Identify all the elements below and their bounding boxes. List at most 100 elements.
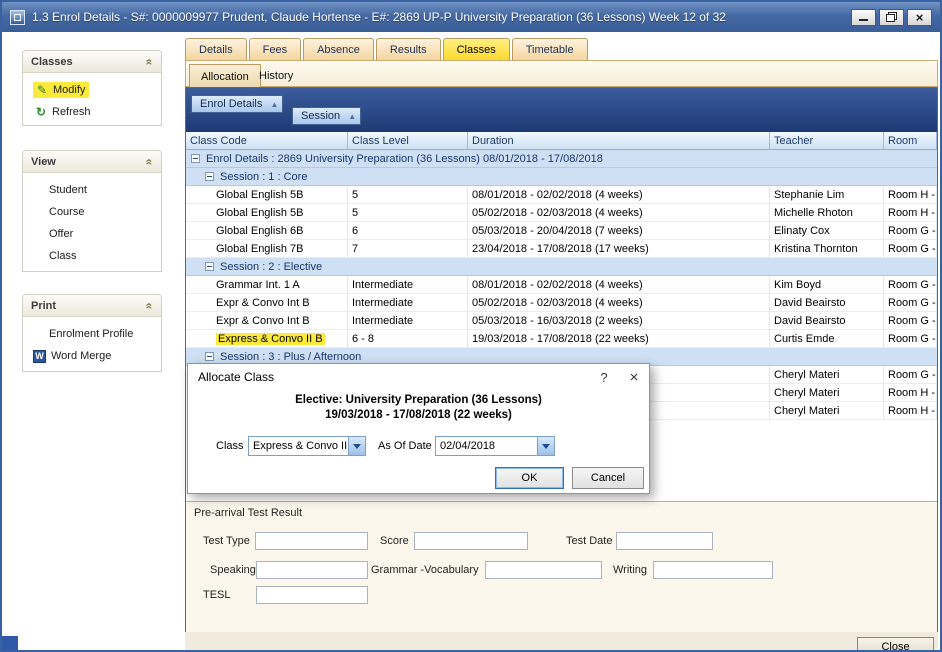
class-row[interactable]: Expr & Convo Int BIntermediate05/02/2018…: [186, 294, 937, 312]
as-of-date-combobox[interactable]: 02/04/2018: [435, 436, 555, 456]
group-row[interactable]: Enrol Details : 2869 University Preparat…: [186, 150, 937, 168]
collapse-chevron-icon[interactable]: «: [143, 302, 157, 309]
print-task-panel: Print « Enrolment Profile W Word Merge: [22, 294, 162, 372]
sidebar-item-enrolment-profile[interactable]: Enrolment Profile: [23, 323, 161, 345]
sidebar-item-student[interactable]: Student: [23, 179, 161, 201]
group-row-label: Session : 2 : Elective: [220, 261, 322, 273]
class-row[interactable]: Express & Convo II B6 - 819/03/2018 - 17…: [186, 330, 937, 348]
tab-details[interactable]: Details: [185, 38, 247, 60]
print-panel-title: Print: [31, 300, 56, 312]
sidebar-item-class[interactable]: Class: [23, 245, 161, 267]
tab-timetable-label: Timetable: [526, 44, 574, 56]
cell-duration: 05/03/2018 - 16/03/2018 (2 weeks): [468, 312, 770, 330]
dialog-heading-line2: 19/03/2018 - 17/08/2018 (22 weeks): [188, 409, 649, 421]
sidebar-item-word-merge[interactable]: W Word Merge: [23, 345, 161, 367]
group-by-enrol-details-label: Enrol Details: [200, 98, 262, 110]
column-header-class-code[interactable]: Class Code: [186, 132, 348, 149]
class-combobox[interactable]: Express & Convo II B: [248, 436, 366, 456]
print-panel-header[interactable]: Print «: [23, 295, 161, 317]
group-row[interactable]: Session : 2 : Elective: [186, 258, 937, 276]
tab-timetable[interactable]: Timetable: [512, 38, 588, 60]
group-by-bar: Enrol Details ▲ Session ▲: [186, 88, 937, 132]
cell-class-code: Global English 5B: [186, 186, 348, 204]
allocation-content-panel: Enrol Details ▲ Session ▲ Class Code Cla…: [185, 87, 938, 632]
collapse-chevron-icon[interactable]: «: [143, 158, 157, 165]
class-row[interactable]: Global English 5B508/01/2018 - 02/02/201…: [186, 186, 937, 204]
test-type-input[interactable]: [255, 532, 368, 550]
restore-icon: [886, 12, 897, 22]
cell-duration: 08/01/2018 - 02/02/2018 (4 weeks): [468, 276, 770, 294]
sidebar-item-modify[interactable]: ✎ Modify: [23, 79, 161, 101]
cell-teacher: Curtis Emde: [770, 330, 884, 348]
dialog-titlebar: Allocate Class ? ×: [188, 364, 649, 390]
class-row[interactable]: Global English 5B505/02/2018 - 02/03/201…: [186, 204, 937, 222]
collapse-chevron-icon[interactable]: «: [143, 58, 157, 65]
grammar-vocabulary-label: Grammar -Vocabulary: [371, 564, 479, 576]
writing-input[interactable]: [653, 561, 773, 579]
view-panel-header[interactable]: View «: [23, 151, 161, 173]
chevron-down-icon: [353, 444, 361, 449]
cell-duration: 05/02/2018 - 02/03/2018 (4 weeks): [468, 204, 770, 222]
tesl-label: TESL: [203, 589, 231, 601]
sidebar-item-offer[interactable]: Offer: [23, 223, 161, 245]
column-header-duration[interactable]: Duration: [468, 132, 770, 149]
cell-duration: 08/01/2018 - 02/02/2018 (4 weeks): [468, 186, 770, 204]
class-row[interactable]: Global English 6B605/03/2018 - 20/04/201…: [186, 222, 937, 240]
group-by-session-button[interactable]: Session ▲: [292, 107, 361, 125]
enrolment-profile-label: Enrolment Profile: [49, 328, 133, 340]
class-row[interactable]: Grammar Int. 1 AIntermediate08/01/2018 -…: [186, 276, 937, 294]
test-date-input[interactable]: [616, 532, 713, 550]
print-panel-items: Enrolment Profile W Word Merge: [23, 317, 161, 371]
ok-button[interactable]: OK: [495, 467, 564, 489]
tab-fees[interactable]: Fees: [249, 38, 301, 60]
grammar-vocabulary-input[interactable]: [485, 561, 602, 579]
cancel-button[interactable]: Cancel: [572, 467, 644, 489]
dialog-close-button[interactable]: ×: [619, 366, 649, 388]
cell-teacher: Stephanie Lim: [770, 186, 884, 204]
speaking-input[interactable]: [256, 561, 368, 579]
column-header-class-level[interactable]: Class Level: [348, 132, 468, 149]
offer-label: Offer: [49, 228, 73, 240]
sidebar-item-course[interactable]: Course: [23, 201, 161, 223]
test-date-label: Test Date: [566, 535, 612, 547]
test-type-label: Test Type: [203, 535, 250, 547]
restore-button[interactable]: [879, 9, 904, 26]
collapse-expander-icon[interactable]: [205, 172, 214, 181]
cell-teacher: David Beairsto: [770, 312, 884, 330]
class-row[interactable]: Expr & Convo Int BIntermediate05/03/2018…: [186, 312, 937, 330]
close-window-button[interactable]: ×: [907, 9, 932, 26]
tab-classes[interactable]: Classes: [443, 38, 510, 60]
collapse-expander-icon[interactable]: [191, 154, 200, 163]
tab-absence[interactable]: Absence: [303, 38, 374, 60]
as-of-date-field-label: As Of Date: [378, 440, 432, 452]
cell-duration: 05/02/2018 - 02/03/2018 (4 weeks): [468, 294, 770, 312]
dropdown-arrow-icon[interactable]: [537, 437, 554, 455]
group-row[interactable]: Session : 1 : Core: [186, 168, 937, 186]
sort-asc-icon: ▲: [348, 112, 356, 121]
group-row-label: Session : 3 : Plus / Afternoon: [220, 351, 361, 363]
dropdown-arrow-icon[interactable]: [348, 437, 365, 455]
score-input[interactable]: [414, 532, 528, 550]
cell-teacher: Michelle Rhoton: [770, 204, 884, 222]
footer-bar: Close: [185, 632, 938, 652]
class-row[interactable]: Global English 7B723/04/2018 - 17/08/201…: [186, 240, 937, 258]
sidebar-item-refresh[interactable]: ↻ Refresh: [23, 101, 161, 123]
tab-results[interactable]: Results: [376, 38, 441, 60]
collapse-expander-icon[interactable]: [205, 262, 214, 271]
column-header-room[interactable]: Room: [884, 132, 937, 149]
help-icon: ?: [600, 370, 607, 385]
dialog-help-button[interactable]: ?: [589, 366, 619, 388]
collapse-expander-icon[interactable]: [205, 352, 214, 361]
pre-arrival-title: Pre-arrival Test Result: [194, 507, 302, 519]
sort-asc-icon: ▲: [270, 100, 278, 109]
group-by-enrol-details-button[interactable]: Enrol Details ▲: [191, 95, 283, 113]
minimize-button[interactable]: [851, 9, 876, 26]
view-task-panel: View « Student Course Offer Class: [22, 150, 162, 272]
cell-teacher: Cheryl Materi: [770, 384, 884, 402]
classes-panel-header[interactable]: Classes «: [23, 51, 161, 73]
close-button[interactable]: Close: [857, 637, 934, 652]
tab-history[interactable]: History: [248, 64, 304, 88]
cell-room: Room G -: [884, 366, 937, 384]
column-header-teacher[interactable]: Teacher: [770, 132, 884, 149]
tesl-input[interactable]: [256, 586, 368, 604]
